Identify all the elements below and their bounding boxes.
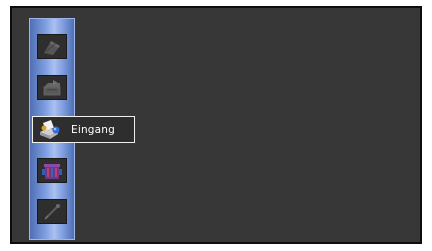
outbox-tray-icon	[41, 79, 63, 97]
screen: Eingang	[0, 0, 432, 251]
menu-item-compose[interactable]	[37, 34, 67, 59]
menu-item-spam[interactable]	[37, 158, 67, 183]
spam-bin-icon	[41, 161, 63, 181]
tools-icon	[41, 203, 63, 221]
menu-item-label: Eingang	[71, 123, 116, 136]
menu-item-tools[interactable]	[37, 199, 67, 224]
pencil-paper-icon	[41, 38, 63, 56]
menu-item-outbox[interactable]	[37, 75, 67, 100]
menu-item-inbox-selected[interactable]: Eingang	[32, 116, 135, 143]
inbox-icon	[35, 118, 65, 142]
